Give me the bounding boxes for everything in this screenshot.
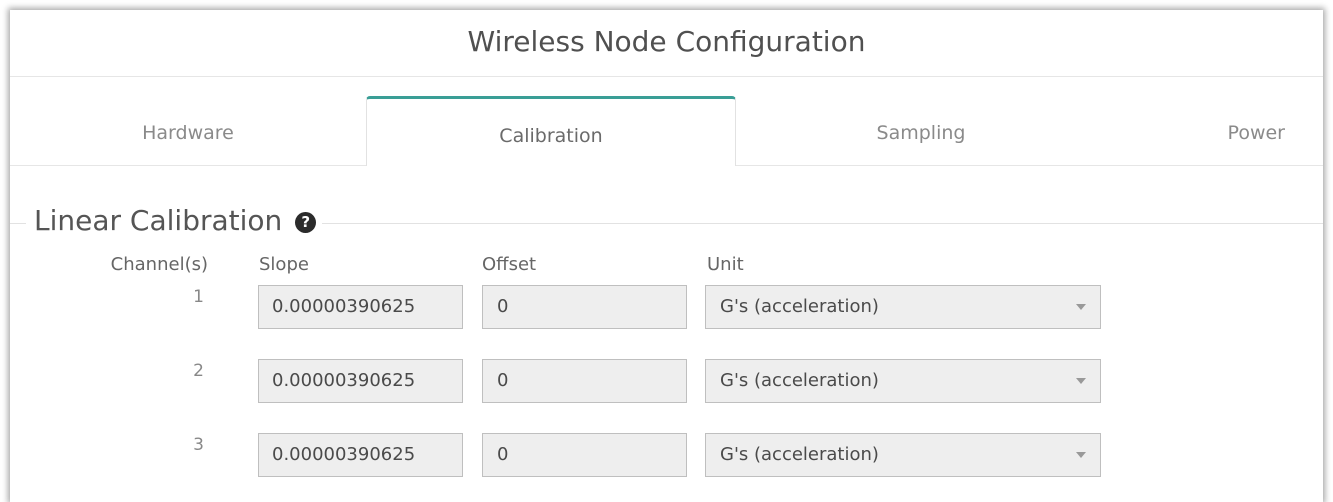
question-circle-icon[interactable]: ?	[295, 212, 317, 233]
calibration-row: 3 0.00000390625 0 G's (acceleration)	[10, 433, 1323, 477]
window-title: Wireless Node Configuration	[10, 10, 1323, 77]
unit-select[interactable]: G's (acceleration)	[705, 285, 1101, 329]
column-header-channel: Channel(s)	[110, 254, 208, 275]
tab-calibration[interactable]: Calibration	[366, 96, 736, 166]
slope-input[interactable]: 0.00000390625	[258, 285, 463, 329]
channel-number: 2	[193, 361, 204, 381]
calibration-row: 2 0.00000390625 0 G's (acceleration)	[10, 359, 1323, 403]
unit-select[interactable]: G's (acceleration)	[705, 359, 1101, 403]
slope-input[interactable]: 0.00000390625	[258, 433, 463, 477]
offset-input[interactable]: 0	[482, 433, 687, 477]
unit-select-value: G's (acceleration)	[720, 370, 879, 391]
chevron-down-icon	[1076, 452, 1086, 458]
tab-bar: Hardware Calibration Sampling Power	[10, 77, 1323, 166]
tab-power[interactable]: Power	[1106, 77, 1323, 165]
slope-input[interactable]: 0.00000390625	[258, 359, 463, 403]
channel-number: 3	[193, 435, 204, 455]
unit-select-value: G's (acceleration)	[720, 296, 879, 317]
calibration-row: 1 0.00000390625 0 G's (acceleration)	[10, 285, 1323, 329]
tab-sampling[interactable]: Sampling	[736, 77, 1106, 165]
offset-input[interactable]: 0	[482, 359, 687, 403]
chevron-down-icon	[1076, 378, 1086, 384]
column-header-slope: Slope	[259, 254, 309, 275]
configuration-window: Wireless Node Configuration Hardware Cal…	[10, 10, 1323, 502]
column-header-unit: Unit	[707, 254, 744, 275]
chevron-down-icon	[1076, 304, 1086, 310]
unit-select[interactable]: G's (acceleration)	[705, 433, 1101, 477]
tab-hardware[interactable]: Hardware	[10, 77, 366, 165]
column-header-offset: Offset	[482, 254, 537, 275]
offset-input[interactable]: 0	[482, 285, 687, 329]
section-title-text: Linear Calibration	[34, 204, 283, 237]
section-heading: Linear Calibration ?	[26, 204, 323, 237]
channel-number: 1	[193, 287, 204, 307]
unit-select-value: G's (acceleration)	[720, 444, 879, 465]
